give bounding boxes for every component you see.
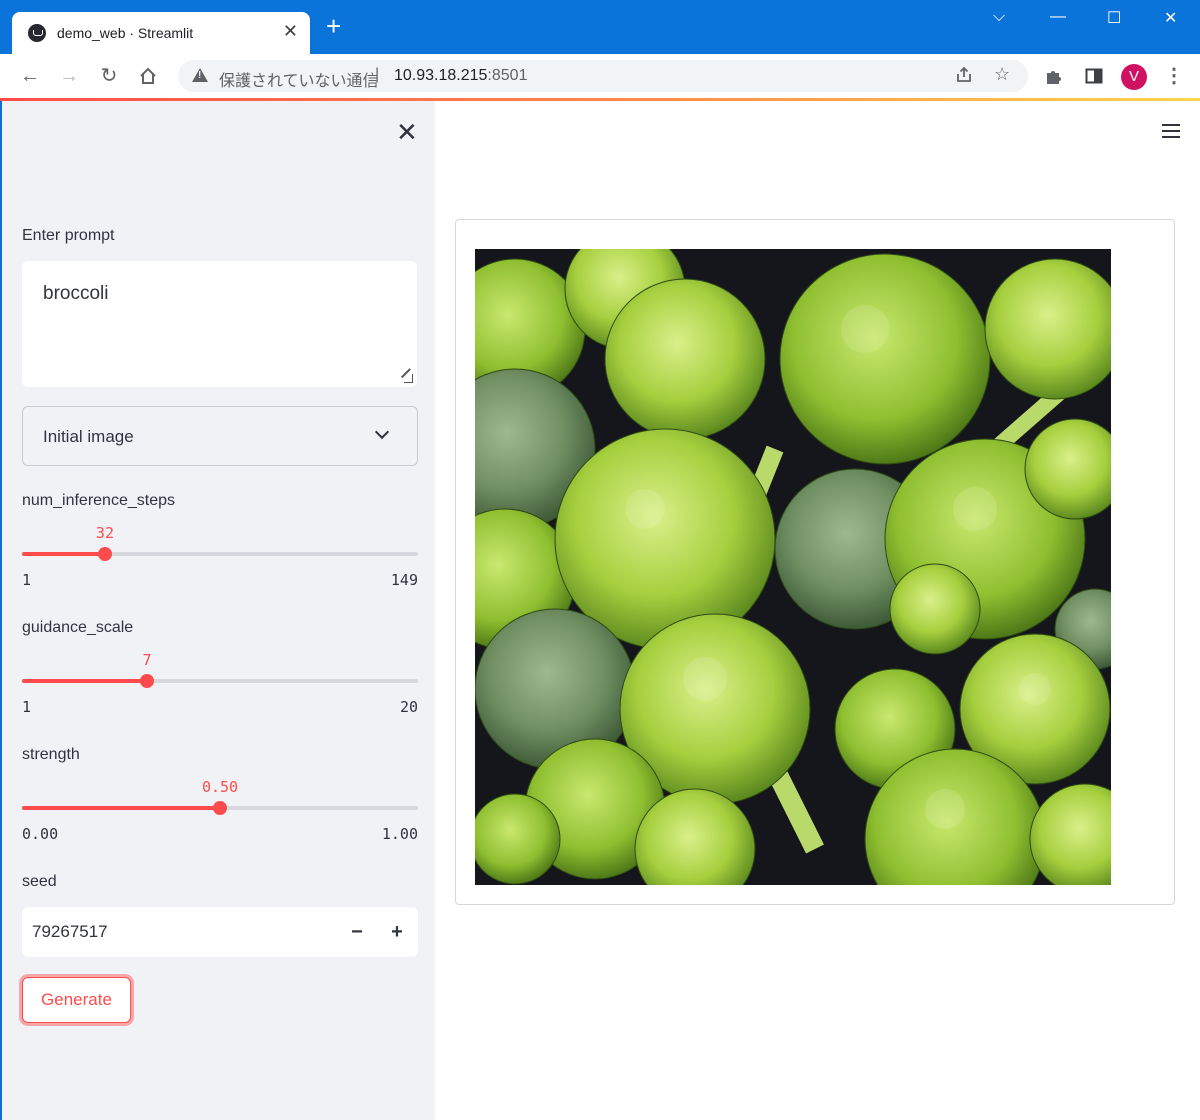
slider-track[interactable]: 32: [22, 524, 418, 561]
slider-max: 20: [399, 698, 418, 716]
slider-label-guidance: guidance_scale: [22, 619, 134, 636]
slider-min: 1: [22, 571, 32, 589]
generate-button[interactable]: Generate: [22, 977, 131, 1023]
slider-max: 1.00: [381, 825, 418, 843]
prompt-value: broccoli: [43, 283, 109, 304]
slider-current-value: 7: [142, 651, 152, 669]
sidebar-close-icon[interactable]: ✕: [396, 119, 418, 145]
prompt-textarea[interactable]: broccoli: [22, 261, 417, 387]
reload-icon[interactable]: ↻: [97, 64, 121, 88]
slider-current-value: 32: [95, 524, 114, 542]
prompt-label: Enter prompt: [22, 227, 115, 244]
bookmark-star-icon[interactable]: ☆: [994, 64, 1010, 85]
streamlit-favicon-icon: [28, 24, 46, 42]
security-status[interactable]: 保護されていない通信: [219, 67, 379, 91]
maximize-button[interactable]: ☐: [1107, 8, 1121, 28]
not-secure-warning-icon[interactable]: [192, 68, 208, 82]
slider-strength[interactable]: 0.50 0.00 1.00: [22, 778, 418, 846]
new-tab-button[interactable]: +: [326, 13, 341, 39]
url-text[interactable]: 10.93.18.215:8501: [394, 67, 527, 85]
tab-title: demo_web · Streamlit: [57, 25, 194, 41]
slider-max: 149: [390, 571, 418, 589]
browser-tab[interactable]: demo_web · Streamlit ✕: [12, 12, 310, 54]
seed-label: seed: [22, 873, 57, 890]
tab-search-icon[interactable]: ⌵: [993, 8, 1005, 26]
seed-number-input[interactable]: 79267517 − +: [22, 907, 418, 957]
tab-close-icon[interactable]: ✕: [283, 21, 298, 42]
initial-image-select[interactable]: Initial image: [22, 406, 418, 466]
window-close-button[interactable]: ✕: [1164, 8, 1177, 28]
slider-thumb[interactable]: [97, 547, 112, 561]
side-panel-icon[interactable]: [1082, 64, 1106, 88]
slider-thumb[interactable]: [140, 674, 155, 688]
sidebar: ✕ Enter prompt broccoli Initial image nu…: [2, 101, 435, 1120]
slider-thumb[interactable]: [213, 801, 227, 815]
address-bar[interactable]: 保護されていない通信 | 10.93.18.215:8501 ☆: [178, 60, 1028, 92]
output-image-container: [455, 219, 1175, 905]
resize-grip-icon[interactable]: [404, 374, 413, 383]
url-host: 10.93.18.215: [394, 67, 488, 84]
slider-num-inference-steps[interactable]: 32 1 149: [22, 524, 418, 592]
streamlit-app: ✕ Enter prompt broccoli Initial image nu…: [2, 101, 1200, 1120]
minimize-button[interactable]: —: [1050, 8, 1066, 26]
profile-avatar[interactable]: V: [1121, 64, 1147, 90]
slider-fill: [22, 552, 105, 556]
back-arrow-icon[interactable]: ←: [18, 64, 42, 88]
slider-label-strength: strength: [22, 746, 80, 763]
main-content: [435, 101, 1200, 1120]
slider-current-value: 0.50: [201, 778, 239, 796]
browser-menu-icon[interactable]: ⋮: [1162, 64, 1186, 88]
url-separator: |: [375, 66, 380, 83]
browser-titlebar: demo_web · Streamlit ✕ + ⌵ — ☐ ✕: [0, 0, 1200, 54]
chevron-down-icon: [374, 424, 390, 440]
seed-value[interactable]: 79267517: [32, 922, 108, 942]
slider-min: 0.00: [22, 825, 59, 843]
decrement-button[interactable]: −: [344, 919, 370, 945]
slider-track[interactable]: 7: [22, 651, 418, 688]
select-value: Initial image: [43, 427, 134, 446]
slider-label-steps: num_inference_steps: [22, 492, 175, 509]
forward-arrow-icon[interactable]: →: [57, 64, 81, 88]
browser-toolbar: ← → ↻ 保護されていない通信 | 10.93.18.215:8501 ☆ V…: [0, 54, 1200, 98]
extensions-icon[interactable]: [1042, 64, 1066, 88]
generated-broccoli-image: [475, 249, 1111, 885]
slider-min: 1: [22, 698, 32, 716]
increment-button[interactable]: +: [384, 919, 410, 945]
home-icon[interactable]: [136, 64, 160, 88]
slider-guidance-scale[interactable]: 7 1 20: [22, 651, 418, 719]
slider-fill: [22, 679, 148, 683]
slider-fill: [22, 806, 220, 810]
slider-track[interactable]: 0.50: [22, 778, 418, 815]
share-icon[interactable]: [954, 65, 974, 90]
url-port: :8501: [487, 67, 528, 84]
hamburger-menu-icon[interactable]: [1162, 124, 1180, 138]
